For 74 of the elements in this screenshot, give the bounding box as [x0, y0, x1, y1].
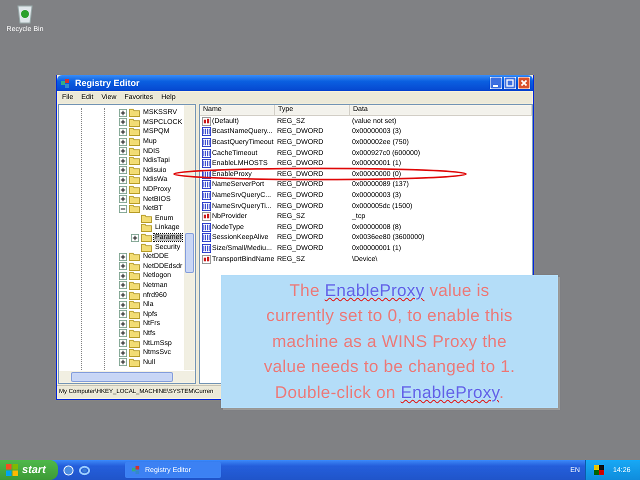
folder-icon — [129, 358, 140, 367]
folder-icon — [129, 127, 140, 136]
folder-icon — [141, 233, 152, 242]
expander-icon[interactable] — [119, 358, 127, 366]
vertical-scrollbar[interactable] — [184, 105, 195, 370]
horizontal-scrollbar[interactable] — [59, 371, 195, 383]
expander-icon[interactable] — [119, 166, 127, 174]
folder-icon — [129, 310, 140, 319]
expander-icon[interactable] — [119, 252, 127, 261]
folder-icon — [129, 262, 140, 271]
expander-icon[interactable] — [119, 348, 127, 357]
folder-icon — [129, 348, 140, 358]
folder-icon — [141, 214, 152, 223]
string-value-icon — [202, 116, 211, 126]
binary-value-icon — [202, 138, 211, 147]
folder-icon — [129, 300, 140, 310]
expander-icon[interactable] — [119, 310, 127, 318]
maximize-button[interactable] — [504, 77, 516, 89]
expander-icon[interactable] — [119, 138, 127, 146]
expander-icon[interactable] — [119, 329, 127, 338]
folder-icon — [129, 175, 140, 184]
folder-icon — [129, 290, 140, 300]
network-icon[interactable] — [594, 464, 605, 476]
close-button[interactable] — [518, 77, 530, 89]
folder-icon — [129, 146, 140, 156]
folder-icon — [129, 328, 140, 338]
string-value-icon — [202, 254, 211, 264]
expander-icon[interactable] — [119, 204, 127, 213]
expander-icon[interactable] — [119, 147, 127, 156]
expander-icon[interactable] — [119, 128, 127, 136]
folder-icon — [129, 338, 140, 348]
folder-icon — [129, 280, 140, 290]
registry-icon — [131, 465, 141, 475]
binary-value-icon — [202, 244, 211, 253]
folder-icon — [129, 204, 140, 214]
folder-icon — [141, 242, 152, 252]
windows-logo-icon — [6, 464, 18, 476]
folder-icon — [129, 156, 140, 166]
binary-value-icon — [202, 202, 211, 211]
registry-icon — [60, 78, 71, 88]
folder-icon — [129, 252, 140, 262]
folder-icon — [141, 223, 152, 232]
folder-icon — [129, 185, 140, 194]
expander-icon[interactable] — [119, 281, 127, 290]
expander-icon[interactable] — [119, 195, 127, 204]
binary-value-icon — [202, 159, 211, 168]
expander-icon[interactable] — [119, 300, 127, 309]
expander-icon[interactable] — [119, 108, 127, 117]
folder-icon — [129, 118, 140, 127]
binary-value-icon — [202, 148, 211, 158]
minimize-button[interactable] — [490, 77, 502, 89]
expander-icon[interactable] — [119, 186, 127, 194]
folder-icon — [129, 271, 140, 280]
folder-icon — [129, 166, 140, 175]
binary-value-icon — [202, 127, 211, 136]
expander-icon[interactable] — [119, 320, 127, 328]
expander-icon[interactable] — [119, 291, 127, 300]
folder-icon — [129, 194, 140, 204]
folder-icon — [129, 108, 140, 118]
string-value-icon — [202, 212, 211, 222]
expander-icon[interactable] — [119, 272, 127, 280]
binary-value-icon — [202, 180, 211, 190]
binary-value-icon — [202, 222, 211, 232]
expander-icon[interactable] — [119, 339, 127, 348]
binary-value-icon — [202, 190, 211, 200]
expander-icon[interactable] — [119, 176, 127, 184]
expander-icon[interactable] — [131, 234, 139, 242]
folder-icon — [129, 137, 140, 146]
expander-icon[interactable] — [119, 156, 127, 165]
expander-icon[interactable] — [119, 262, 127, 270]
window-title: Registry Editor — [75, 78, 140, 88]
binary-value-icon — [202, 233, 211, 242]
folder-icon — [129, 319, 140, 328]
expander-icon[interactable] — [119, 118, 127, 126]
